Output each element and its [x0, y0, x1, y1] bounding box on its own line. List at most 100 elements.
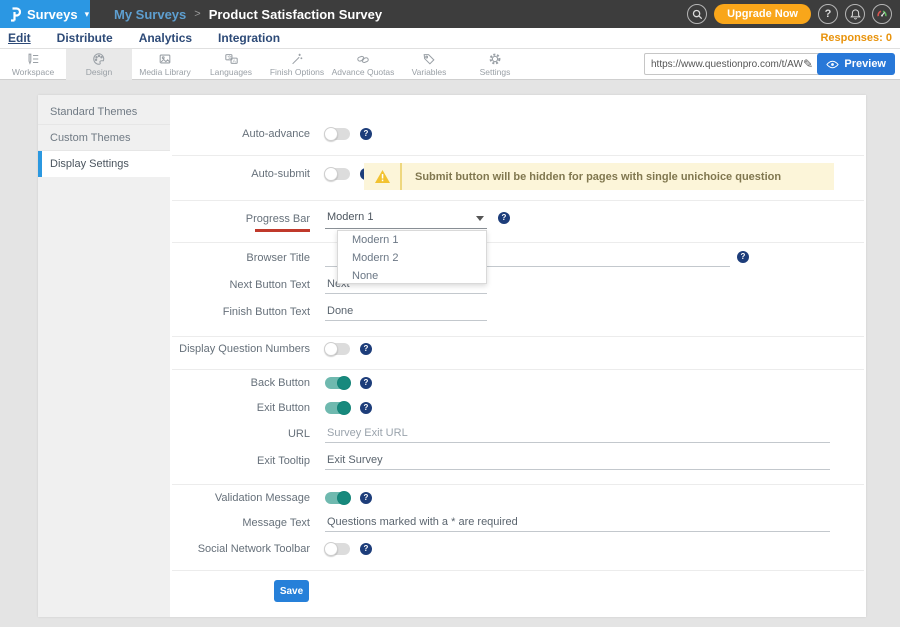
exit-button-label: Exit Button	[158, 402, 310, 414]
tab-edit[interactable]: Edit	[8, 31, 31, 45]
toolbar-item-label: Finish Options	[270, 67, 324, 77]
validation-message-toggle[interactable]	[325, 492, 350, 504]
tab-integration[interactable]: Integration	[218, 31, 280, 45]
auto-advance-toggle[interactable]	[325, 128, 350, 140]
toolbar-item-label: Variables	[412, 67, 447, 77]
help-button[interactable]: ?	[818, 4, 838, 24]
progress-bar-annotation-underline	[255, 229, 310, 232]
toolbar-item-label: Media Library	[139, 67, 191, 77]
progress-bar-select[interactable]: Modern 1	[325, 208, 487, 229]
help-icon[interactable]: ?	[737, 251, 749, 263]
survey-url-input[interactable]	[645, 59, 803, 70]
auto-submit-label: Auto-submit	[158, 168, 310, 180]
questionpro-display-settings-page: { "misc": { "help_glyph": "?" }, "topbar…	[0, 0, 900, 627]
auto-submit-toggle[interactable]	[325, 168, 350, 180]
section-divider	[172, 242, 864, 243]
dropdown-option-modern-2[interactable]: Modern 2	[338, 249, 486, 267]
svg-text:文: 文	[227, 54, 232, 61]
toolbar-item-workspace[interactable]: Workspace	[0, 49, 66, 80]
breadcrumb-my-surveys[interactable]: My Surveys	[114, 7, 186, 22]
top-bar: Surveys ▾ My Surveys > Product Satisfact…	[0, 0, 900, 28]
toolbar-item-label: Advance Quotas	[332, 67, 395, 77]
toolbar-item-settings[interactable]: Settings	[462, 49, 528, 80]
themes-sidebar: Standard Themes Custom Themes Display Se…	[38, 95, 170, 617]
eye-icon	[826, 60, 839, 69]
toolbar-item-variables[interactable]: Variables	[396, 49, 462, 80]
breadcrumb-survey-title: Product Satisfaction Survey	[209, 7, 382, 22]
section-divider	[172, 484, 864, 485]
auto-advance-label: Auto-advance	[158, 128, 310, 140]
product-switcher[interactable]: Surveys ▾	[0, 0, 90, 28]
back-button-label: Back Button	[158, 377, 310, 389]
display-question-numbers-toggle[interactable]	[325, 343, 350, 355]
preview-button[interactable]: Preview	[817, 53, 895, 75]
back-button-toggle[interactable]	[325, 377, 350, 389]
display-settings-form: Auto-advance ? Auto-submit ? Submit butt…	[170, 95, 866, 617]
exit-tooltip-input[interactable]	[325, 453, 830, 470]
toolbar-item-label: Languages	[210, 67, 252, 77]
sidebar-item-standard-themes[interactable]: Standard Themes	[38, 99, 170, 125]
help-icon[interactable]: ?	[360, 492, 372, 504]
settings-gear-icon	[488, 52, 502, 66]
toolbar-item-label: Design	[86, 67, 112, 77]
survey-nav-tabs: Edit Distribute Analytics Integration Re…	[0, 28, 900, 49]
help-icon[interactable]: ?	[498, 212, 510, 224]
warning-message: Submit button will be hidden for pages w…	[415, 171, 781, 183]
upgrade-now-button[interactable]: Upgrade Now	[714, 4, 811, 24]
section-divider	[172, 155, 864, 156]
exit-button-toggle[interactable]	[325, 402, 350, 414]
edit-url-pencil-icon[interactable]: ✎	[803, 57, 813, 71]
section-divider	[172, 369, 864, 370]
help-icon[interactable]: ?	[360, 377, 372, 389]
section-divider	[172, 336, 864, 337]
warning-divider	[400, 163, 402, 190]
workspace-icon	[26, 52, 40, 66]
next-button-text-label: Next Button Text	[158, 279, 310, 291]
responses-count[interactable]: Responses: 0	[820, 32, 892, 44]
survey-url-field: ✎	[644, 53, 826, 75]
finish-options-wand-icon	[290, 52, 304, 66]
progress-bar-label: Progress Bar	[158, 213, 310, 225]
survey-health-gauge-button[interactable]	[872, 4, 892, 24]
select-caret-icon	[476, 216, 484, 221]
chevron-down-icon: ▾	[85, 9, 90, 20]
exit-url-input[interactable]	[325, 426, 830, 443]
toolbar-item-media-library[interactable]: Media Library	[132, 49, 198, 80]
tab-distribute[interactable]: Distribute	[57, 31, 113, 45]
section-divider	[172, 570, 864, 571]
main-area: Standard Themes Custom Themes Display Se…	[0, 80, 900, 627]
validation-message-label: Validation Message	[158, 492, 310, 504]
advance-quotas-links-icon	[356, 52, 370, 66]
warning-triangle-icon	[374, 169, 391, 184]
tab-analytics[interactable]: Analytics	[139, 31, 192, 45]
media-library-icon	[158, 52, 172, 66]
help-icon[interactable]: ?	[360, 128, 372, 140]
message-text-input[interactable]	[325, 515, 830, 532]
browser-title-label: Browser Title	[158, 252, 310, 264]
questionpro-logo-icon	[8, 6, 21, 22]
search-button[interactable]	[687, 4, 707, 24]
toolbar-item-advance-quotas[interactable]: Advance Quotas	[330, 49, 396, 80]
social-network-toolbar-toggle[interactable]	[325, 543, 350, 555]
languages-icon: 文A	[224, 52, 239, 66]
exit-tooltip-label: Exit Tooltip	[158, 455, 310, 467]
toolbar-item-languages[interactable]: 文A Languages	[198, 49, 264, 80]
breadcrumb-separator: >	[194, 8, 200, 20]
toolbar-item-design[interactable]: Design	[66, 49, 132, 80]
sidebar-item-display-settings[interactable]: Display Settings	[38, 151, 170, 177]
dropdown-option-none[interactable]: None	[338, 267, 486, 285]
design-toolbar: Workspace Design Media Library 文A Langua…	[0, 49, 900, 80]
notifications-bell-button[interactable]	[845, 4, 865, 24]
variables-tag-icon	[422, 52, 436, 66]
exit-url-label: URL	[158, 428, 310, 440]
save-button[interactable]: Save	[274, 580, 309, 602]
help-icon[interactable]: ?	[360, 343, 372, 355]
toolbar-item-label: Settings	[480, 67, 511, 77]
dropdown-option-modern-1[interactable]: Modern 1	[338, 231, 486, 249]
progress-bar-dropdown: Modern 1 Modern 2 None	[337, 230, 487, 284]
help-icon[interactable]: ?	[360, 402, 372, 414]
sidebar-item-custom-themes[interactable]: Custom Themes	[38, 125, 170, 151]
finish-button-text-input[interactable]	[325, 304, 487, 321]
help-icon[interactable]: ?	[360, 543, 372, 555]
toolbar-item-finish-options[interactable]: Finish Options	[264, 49, 330, 80]
